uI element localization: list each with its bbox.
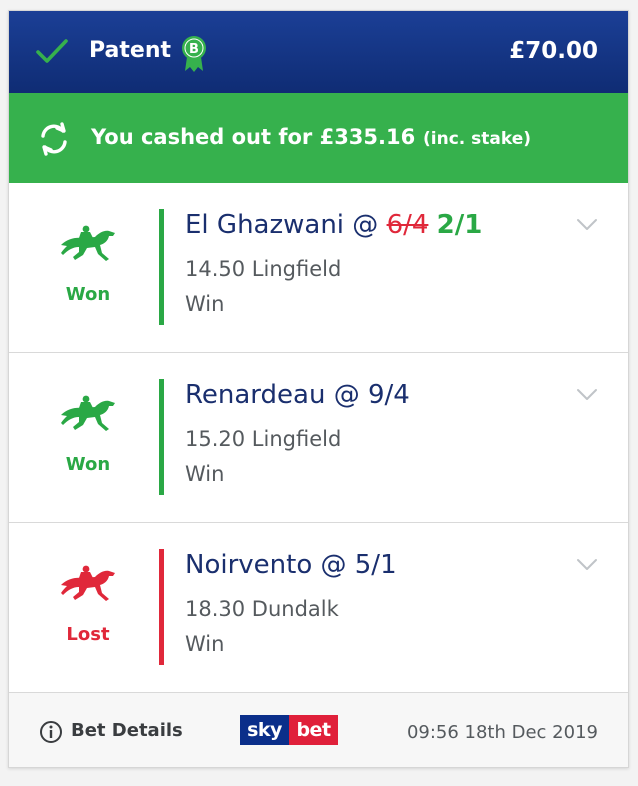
cashout-note: (inc. stake)	[423, 129, 532, 149]
chevron-down-icon[interactable]	[576, 387, 598, 406]
horse-name: El Ghazwani	[185, 210, 345, 240]
market-label: Win	[185, 292, 225, 316]
selection-row[interactable]: Lost Noirvento @ 5/1 18.30 Dundalk Win	[9, 523, 628, 693]
bet-details-link[interactable]: Bet Details	[71, 720, 183, 741]
horse-name: Noirvento	[185, 550, 313, 580]
horse-name: Renardeau	[185, 380, 326, 410]
bet-header: Patent B £70.00	[9, 11, 628, 93]
market-label: Win	[185, 632, 225, 656]
cashout-banner: You cashed out for £335.16 (inc. stake)	[9, 93, 628, 183]
result-label: Won	[65, 284, 111, 305]
market-label: Win	[185, 462, 225, 486]
bet-timestamp: 09:56 18th Dec 2019	[406, 722, 598, 743]
chevron-down-icon[interactable]	[576, 217, 598, 236]
racehorse-icon	[57, 393, 119, 439]
racehorse-icon	[57, 223, 119, 269]
odds: 9/4	[367, 380, 410, 410]
selection-name: Renardeau @ 9/4	[185, 380, 410, 410]
logo-sky: sky	[240, 715, 289, 745]
selection-row[interactable]: Won El Ghazwani @ 6/4 2/1 14.50 Lingfiel…	[9, 183, 628, 353]
boost-badge-icon: B	[180, 35, 208, 77]
result-label: Lost	[66, 624, 110, 645]
odds: 5/1	[354, 550, 397, 580]
race-info: 14.50 Lingfield	[185, 257, 342, 281]
selection-name: El Ghazwani @ 6/4 2/1	[185, 210, 482, 240]
status-bar	[159, 209, 164, 325]
cashout-refresh-icon	[37, 122, 71, 160]
selection-row[interactable]: Won Renardeau @ 9/4 15.20 Lingfield Win	[9, 353, 628, 523]
status-bar	[159, 379, 164, 495]
info-icon[interactable]	[39, 720, 63, 748]
boosted-odds: 2/1	[436, 210, 483, 240]
odds-at: @	[352, 210, 379, 240]
status-bar	[159, 549, 164, 665]
race-info: 18.30 Dundalk	[185, 597, 339, 621]
odds-at: @	[333, 380, 360, 410]
bet-type: Patent	[89, 38, 171, 63]
selection-name: Noirvento @ 5/1	[185, 550, 397, 580]
badge-letter: B	[189, 42, 199, 57]
bet-card: Patent B £70.00 You cashed out for £335.…	[8, 10, 629, 768]
check-icon	[35, 37, 69, 69]
result-label: Won	[65, 454, 111, 475]
chevron-down-icon[interactable]	[576, 557, 598, 576]
cashout-message: You cashed out for £335.16	[91, 125, 416, 149]
race-info: 15.20 Lingfield	[185, 427, 342, 451]
skybet-logo: sky bet	[240, 715, 338, 745]
racehorse-icon	[57, 563, 119, 609]
odds-at: @	[320, 550, 347, 580]
stake-amount: £70.00	[509, 38, 598, 64]
old-odds: 6/4	[386, 210, 429, 240]
logo-bet: bet	[289, 715, 338, 745]
bet-footer: Bet Details sky bet 09:56 18th Dec 2019	[9, 693, 628, 767]
